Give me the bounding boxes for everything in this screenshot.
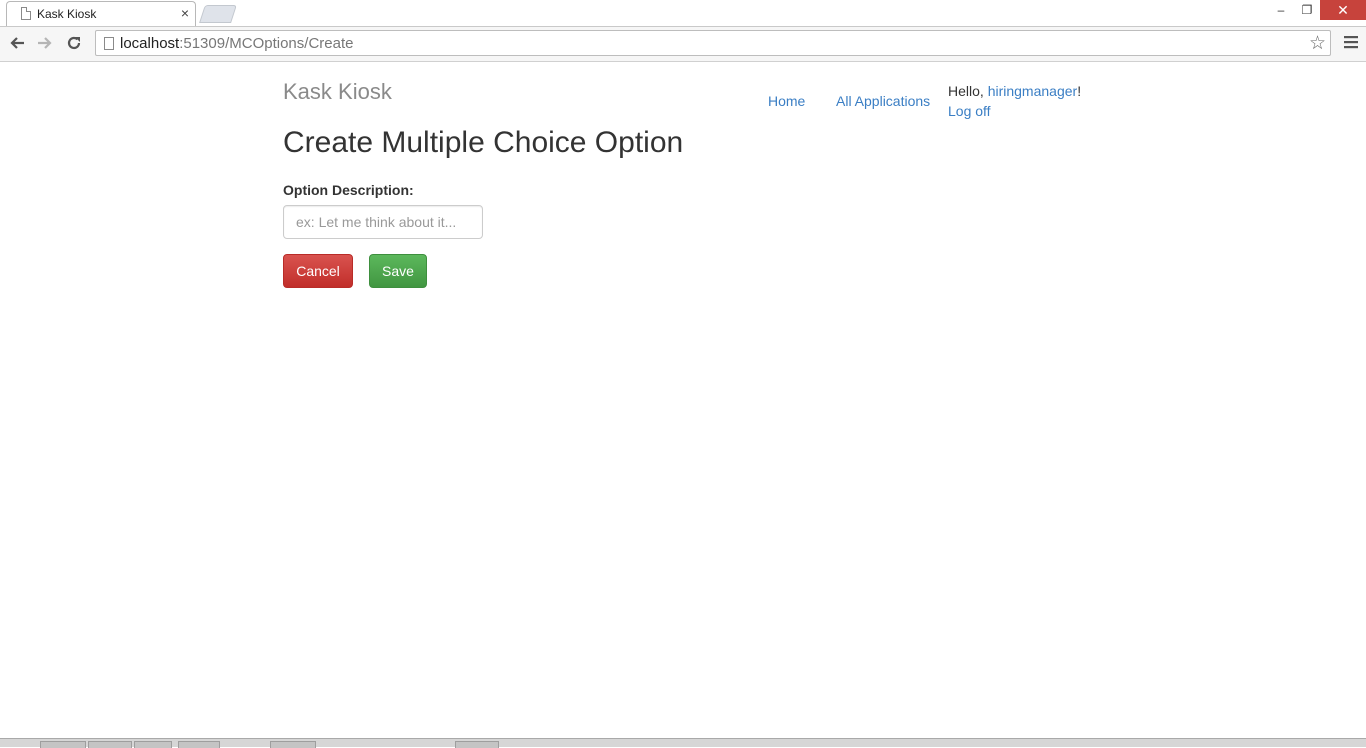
taskbar-item[interactable] xyxy=(88,741,132,748)
greeting-prefix: Hello, xyxy=(948,83,988,99)
bookmark-star-icon[interactable]: ☆ xyxy=(1309,32,1326,55)
greeting-suffix: ! xyxy=(1077,83,1082,99)
window-controls: ‒ ❐ ✕ xyxy=(1268,0,1366,20)
reload-icon xyxy=(67,36,81,50)
back-button[interactable] xyxy=(6,32,28,54)
new-tab-button[interactable] xyxy=(199,5,237,23)
browser-titlebar: Kask Kiosk × ‒ ❐ ✕ xyxy=(0,0,1366,27)
back-arrow-icon xyxy=(10,37,24,49)
brand-link[interactable]: Kask Kiosk xyxy=(283,79,392,105)
tab-close-icon[interactable]: × xyxy=(181,5,189,21)
reload-button[interactable] xyxy=(63,32,85,54)
page-content: Kask Kiosk Home All Applications Hello, … xyxy=(0,62,1366,738)
page-icon xyxy=(21,7,31,20)
logoff-link[interactable]: Log off xyxy=(948,103,991,119)
greeting: Hello, hiringmanager! xyxy=(948,83,1081,99)
browser-toolbar: localhost:51309/MCOptions/Create ☆ xyxy=(0,27,1366,62)
window-close-button[interactable]: ✕ xyxy=(1320,0,1366,20)
url-path: :51309/MCOptions/Create xyxy=(179,35,354,52)
restore-button[interactable]: ❐ xyxy=(1294,0,1320,20)
save-button[interactable]: Save xyxy=(369,254,427,288)
username-link[interactable]: hiringmanager xyxy=(988,83,1078,99)
page-title: Create Multiple Choice Option xyxy=(283,126,684,159)
browser-tab[interactable]: Kask Kiosk × xyxy=(6,1,196,26)
option-description-label: Option Description: xyxy=(283,182,414,198)
forward-button[interactable] xyxy=(34,32,56,54)
browser-menu-icon[interactable] xyxy=(1344,33,1358,54)
url-text: localhost:51309/MCOptions/Create xyxy=(120,35,353,52)
url-host: localhost xyxy=(120,35,180,52)
hamburger-icon xyxy=(1344,36,1358,49)
taskbar-item[interactable] xyxy=(270,741,316,748)
page-icon xyxy=(104,37,114,50)
address-bar[interactable]: localhost:51309/MCOptions/Create ☆ xyxy=(95,30,1331,56)
option-description-input[interactable] xyxy=(283,205,483,239)
minimize-button[interactable]: ‒ xyxy=(1268,0,1294,20)
forward-arrow-icon xyxy=(38,37,52,49)
taskbar-item[interactable] xyxy=(40,741,86,748)
nav-home-link[interactable]: Home xyxy=(768,93,805,109)
nav-all-applications-link[interactable]: All Applications xyxy=(836,93,930,109)
taskbar-item[interactable] xyxy=(134,741,172,748)
taskbar-item[interactable] xyxy=(178,741,220,748)
taskbar-item[interactable] xyxy=(455,741,499,748)
cancel-button[interactable]: Cancel xyxy=(283,254,353,288)
tab-title: Kask Kiosk xyxy=(37,7,97,21)
